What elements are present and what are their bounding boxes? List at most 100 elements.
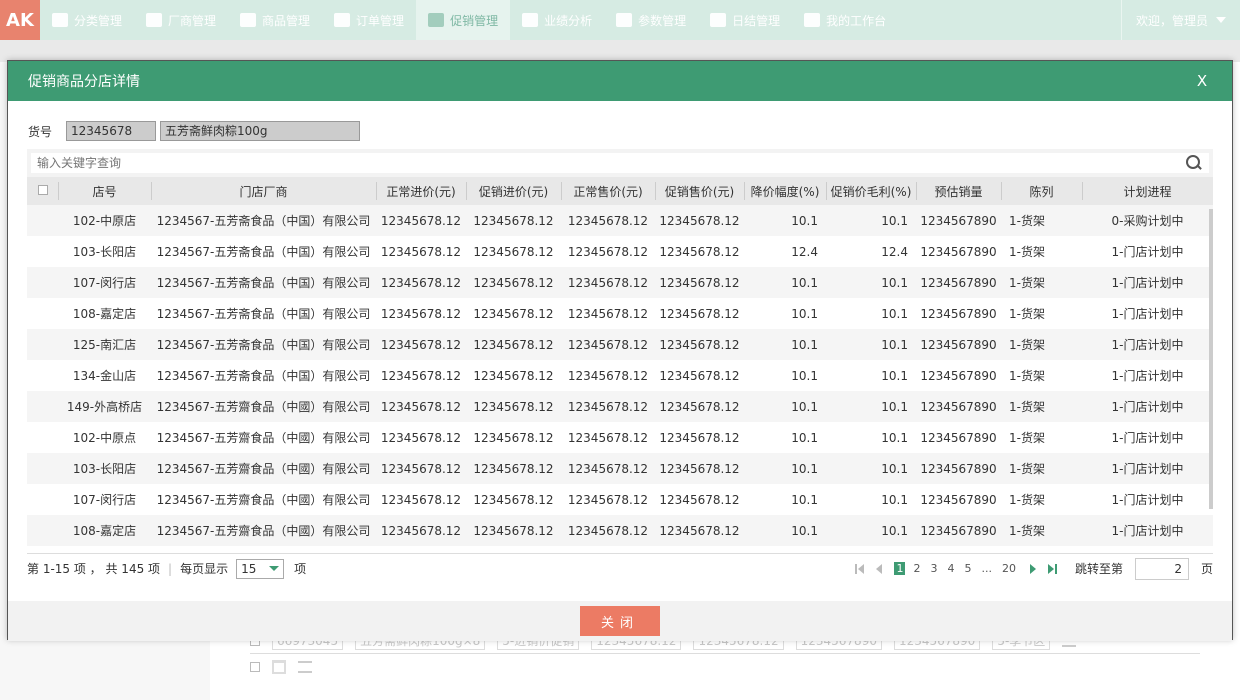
- item-code-label: 货号: [28, 124, 53, 139]
- column-header[interactable]: 降价幅度(%): [744, 177, 826, 205]
- table-row[interactable]: 108-嘉定店 1234567-五芳齋食品（中國）有限公司 12345678.12 1…: [27, 515, 1213, 546]
- column-header[interactable]: 店号: [58, 177, 151, 205]
- nav-item-4[interactable]: 促销管理: [416, 0, 511, 40]
- search-icon[interactable]: [1185, 154, 1203, 172]
- cell-np: 12345678.12: [376, 422, 466, 453]
- column-header[interactable]: 促销价毛利(%): [826, 177, 916, 205]
- cell-drop: 10.1: [744, 360, 826, 391]
- jump-page-input[interactable]: 2: [1134, 557, 1189, 580]
- nav-item-0[interactable]: 分类管理: [40, 0, 134, 40]
- page-number[interactable]: 20: [1000, 562, 1018, 575]
- cell-plan: 1-门店计划中: [1082, 298, 1213, 329]
- cell-np: 12345678.12: [376, 391, 466, 422]
- nav-item-1[interactable]: 厂商管理: [134, 0, 228, 40]
- page-number[interactable]: 1: [894, 562, 906, 575]
- select-all-checkbox[interactable]: [37, 185, 48, 195]
- cell-pp: 12345678.12: [466, 515, 561, 546]
- nav-item-2[interactable]: 商品管理: [228, 0, 322, 40]
- last-page-icon[interactable]: [1047, 563, 1057, 574]
- cell-drop: 10.1: [744, 484, 826, 515]
- cell-sales: 1234567890: [916, 360, 1001, 391]
- header-select-all[interactable]: [27, 177, 58, 205]
- column-header[interactable]: 陈列: [1001, 177, 1082, 205]
- row-select-cell: [27, 205, 58, 236]
- table-row[interactable]: 107-闵行店 1234567-五芳斋食品（中国）有限公司 12345678.12 1…: [27, 267, 1213, 298]
- column-header[interactable]: 预估销量: [916, 177, 1001, 205]
- page-number[interactable]: 2: [911, 562, 922, 575]
- column-header[interactable]: 计划进程: [1082, 177, 1213, 205]
- table-row[interactable]: 103-长阳店 1234567-五芳斋食品（中国）有限公司 12345678.12 1…: [27, 236, 1213, 267]
- per-page-select[interactable]: 15: [236, 558, 285, 579]
- cell-display: 1-货架: [1001, 298, 1082, 329]
- cell-vendor: 1234567-五芳齋食品（中國）有限公司: [151, 391, 376, 422]
- column-header[interactable]: 促销进价(元): [466, 177, 561, 205]
- cell-ns: 12345678.12: [561, 453, 655, 484]
- nav-item-5[interactable]: 业绩分析: [510, 0, 604, 40]
- user-menu[interactable]: 欢迎，管理员: [1120, 0, 1240, 40]
- cell-pp: 12345678.12: [466, 360, 561, 391]
- table-header: 店号 门店厂商 正常进价(元) 促销进价(元) 正常售价(元) 促销售价(元) 降价幅度(%…: [27, 177, 1213, 205]
- cell-ns: 12345678.12: [561, 267, 655, 298]
- close-button[interactable]: 关闭: [580, 606, 660, 636]
- cell-ns: 12345678.12: [561, 422, 655, 453]
- dialog-body: 货号 12345678 五芳斋鲜肉粽100g 输入关键字查询 店号 门店厂商 正…: [8, 101, 1232, 601]
- cell-margin: 10.1: [826, 422, 916, 453]
- cell-ns: 12345678.12: [561, 484, 655, 515]
- select-all-checkbox[interactable]: [250, 662, 260, 672]
- nav-item-label: 厂商管理: [168, 13, 217, 28]
- cell-pp: 12345678.12: [466, 453, 561, 484]
- next-page-icon[interactable]: [1029, 563, 1036, 574]
- table-row[interactable]: 149-外高桥店 1234567-五芳齋食品（中國）有限公司 12345678.12…: [27, 391, 1213, 422]
- cell-display: 1-货架: [1001, 360, 1082, 391]
- page-number[interactable]: 4: [945, 562, 956, 575]
- calendar-icon: [710, 13, 727, 27]
- column-header[interactable]: 正常售价(元): [561, 177, 655, 205]
- cell-vendor: 1234567-五芳斋食品（中国）有限公司: [151, 298, 376, 329]
- nav-item-7[interactable]: 日结管理: [698, 0, 792, 40]
- cell-display: 1-货架: [1001, 205, 1082, 236]
- cell-plan: 1-门店计划中: [1082, 484, 1213, 515]
- trash-icon[interactable]: [272, 660, 286, 674]
- page-number[interactable]: 5: [962, 562, 973, 575]
- cell-vendor: 1234567-五芳齋食品（中國）有限公司: [151, 484, 376, 515]
- page-number[interactable]: 3: [928, 562, 939, 575]
- table-row[interactable]: 103-长阳店 1234567-五芳齋食品（中國）有限公司 12345678.12 1…: [27, 453, 1213, 484]
- cell-np: 12345678.12: [376, 329, 466, 360]
- cell-np: 12345678.12: [376, 453, 466, 484]
- table-row[interactable]: 134-金山店 1234567-五芳斋食品（中国）有限公司 12345678.12 1…: [27, 360, 1213, 391]
- table-row[interactable]: 102-中原点 1234567-五芳齋食品（中國）有限公司 12345678.12 1…: [27, 422, 1213, 453]
- cell-np: 12345678.12: [376, 515, 466, 546]
- cell-ns: 12345678.12: [561, 391, 655, 422]
- cell-store: 108-嘉定店: [58, 515, 151, 546]
- app-logo[interactable]: AK: [0, 0, 40, 40]
- close-icon[interactable]: X: [1192, 72, 1212, 90]
- cell-store: 103-长阳店: [58, 453, 151, 484]
- cell-np: 12345678.12: [376, 236, 466, 267]
- nav-item-label: 业绩分析: [544, 13, 593, 28]
- table-row[interactable]: 125-南汇店 1234567-五芳斋食品（中国）有限公司 12345678.12 1…: [27, 329, 1213, 360]
- cell-ps: 12345678.12: [655, 391, 744, 422]
- list-icon[interactable]: [298, 661, 312, 673]
- cell-np: 12345678.12: [376, 360, 466, 391]
- page-number[interactable]: ...: [979, 562, 994, 575]
- table-row[interactable]: 107-闵行店 1234567-五芳齋食品（中國）有限公司 12345678.12 1…: [27, 484, 1213, 515]
- column-header[interactable]: 正常进价(元): [376, 177, 466, 205]
- per-page-label: 每页显示: [180, 562, 229, 576]
- table-row[interactable]: 102-中原店 1234567-五芳斋食品（中国）有限公司 12345678.12 1…: [27, 205, 1213, 236]
- cell-store: 107-闵行店: [58, 267, 151, 298]
- vertical-scrollbar[interactable]: [1209, 209, 1213, 509]
- prev-page-icon[interactable]: [876, 563, 883, 574]
- first-page-icon[interactable]: [855, 563, 865, 574]
- column-header[interactable]: 促销售价(元): [655, 177, 744, 205]
- cell-margin: 10.1: [826, 484, 916, 515]
- table-row[interactable]: 108-嘉定店 1234567-五芳斋食品（中国）有限公司 12345678.12 1…: [27, 298, 1213, 329]
- nav-item-3[interactable]: 订单管理: [322, 0, 416, 40]
- nav-item-6[interactable]: 参数管理: [604, 0, 698, 40]
- nav-item-8[interactable]: 我的工作台: [792, 0, 898, 40]
- cell-pp: 12345678.12: [466, 484, 561, 515]
- cell-drop: 10.1: [744, 515, 826, 546]
- chevron-down-icon: [1216, 17, 1226, 23]
- column-header[interactable]: 门店厂商: [151, 177, 376, 205]
- truck-icon: [146, 13, 163, 27]
- search-input[interactable]: [37, 156, 1185, 170]
